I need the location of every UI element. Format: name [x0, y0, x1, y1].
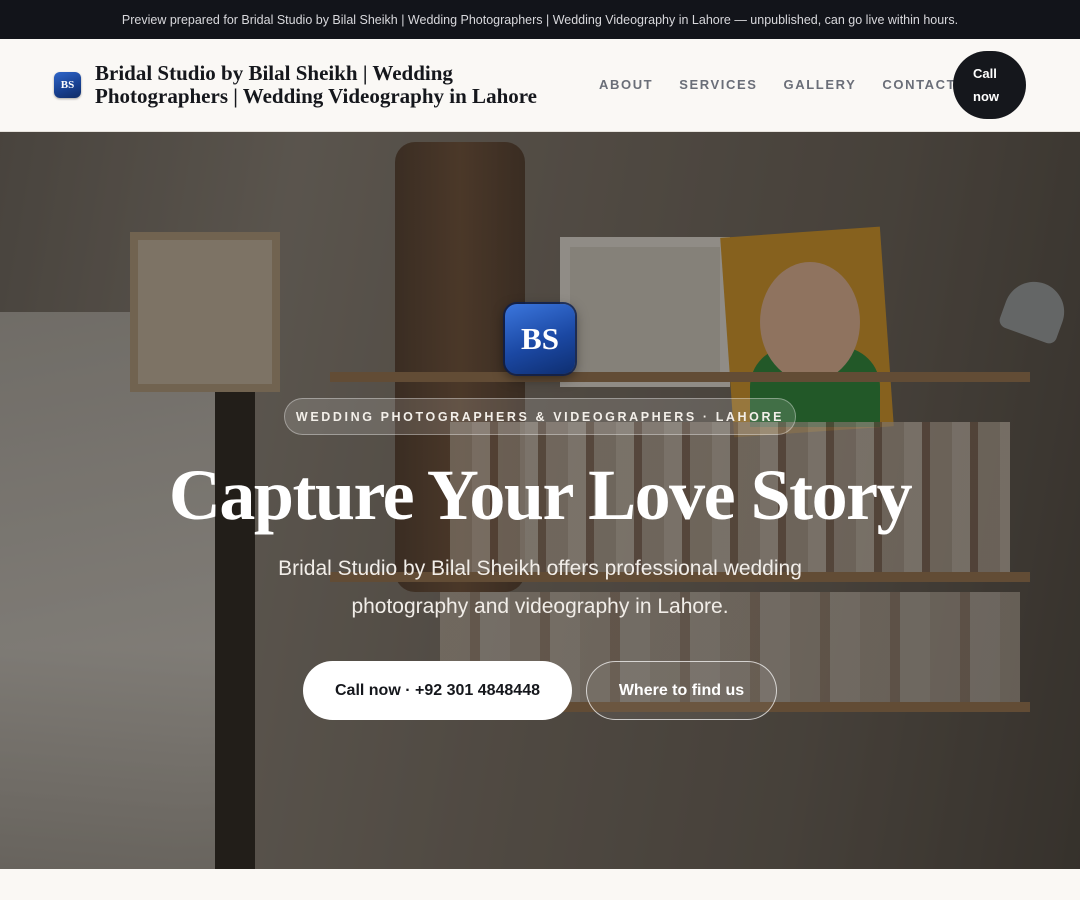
nav-about[interactable]: About — [599, 77, 653, 92]
site-header: BS Bridal Studio by Bilal Sheikh | Weddi… — [0, 39, 1080, 132]
hero-logo-initials: BS — [521, 321, 559, 356]
brand-title[interactable]: Bridal Studio by Bilal Sheikh | Wedding … — [95, 62, 585, 108]
preview-banner: Preview prepared for Bridal Studio by Bi… — [0, 0, 1080, 39]
header-call-label: Call now — [973, 66, 999, 104]
brand-logo[interactable]: BS — [54, 72, 81, 98]
nav-contact[interactable]: Contact — [882, 77, 956, 92]
nav-services[interactable]: Services — [679, 77, 757, 92]
hero-headline: Capture Your Love Story — [168, 455, 913, 535]
nav-gallery[interactable]: Gallery — [784, 77, 857, 92]
call-now-button[interactable]: Call now · +92 301 4848448 — [303, 661, 572, 720]
header-call-button[interactable]: Call now — [953, 51, 1026, 119]
hero-eyebrow-text: WEDDING PHOTOGRAPHERS & VIDEOGRAPHERS · … — [295, 409, 785, 424]
preview-notice: Preview prepared for Bridal Studio by Bi… — [121, 12, 959, 27]
hero-subhead: Bridal Studio by Bilal Sheikh offers pro… — [278, 557, 802, 618]
find-us-button[interactable]: Where to find us — [586, 661, 777, 720]
main-nav: About Services Gallery Contact — [599, 77, 956, 92]
hero-section: BS WEDDING PHOTOGRAPHERS & VIDEOGRAPHERS… — [0, 132, 1080, 869]
hero-eyebrow-badge: WEDDING PHOTOGRAPHERS & VIDEOGRAPHERS · … — [284, 398, 796, 435]
next-section-edge — [0, 869, 1080, 900]
brand-logo-initials: BS — [60, 79, 75, 91]
hero-logo: BS — [505, 304, 575, 374]
